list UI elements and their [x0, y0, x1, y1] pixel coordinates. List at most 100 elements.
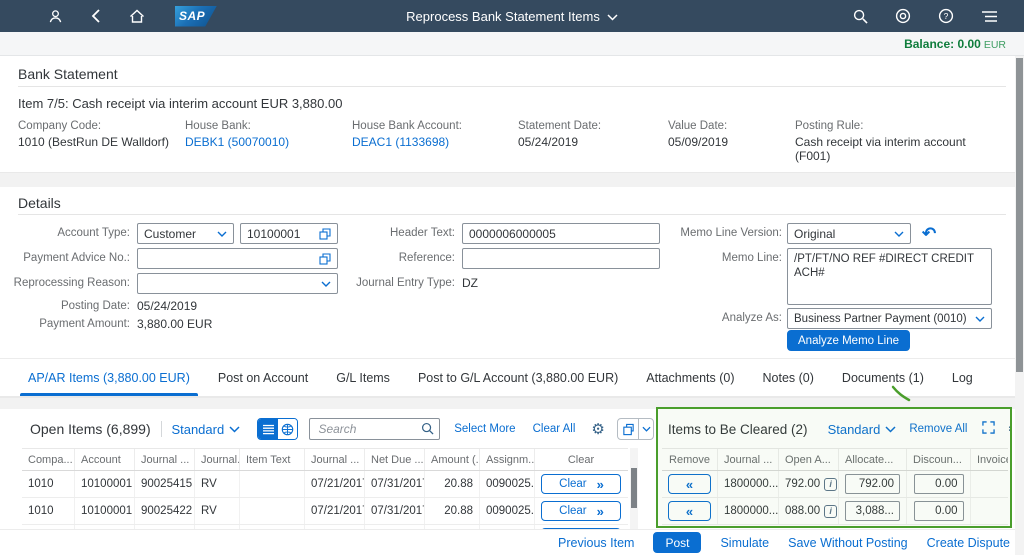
journal-entry-type-value: DZ	[462, 273, 478, 294]
col-company[interactable]: Compa...	[22, 449, 75, 470]
home-icon[interactable]	[128, 7, 146, 25]
memo-line-textarea[interactable]: /PT/FT/NO REF #DIRECT CREDIT ACH#	[787, 248, 992, 305]
col-open-amount[interactable]: Open A...	[779, 449, 839, 470]
create-dispute-button[interactable]: Create Dispute	[927, 536, 1010, 550]
details-section: Details Account Type: Customer 10100001 …	[0, 187, 1024, 358]
account-number-input[interactable]: 10100001	[240, 223, 338, 244]
tab-apar-items[interactable]: AP/AR Items (3,880.00 EUR)	[14, 359, 204, 396]
open-items-search	[309, 418, 440, 440]
analyze-as-select[interactable]: Business Partner Payment (0010)	[787, 308, 992, 329]
col-account[interactable]: Account	[75, 449, 135, 470]
memo-line-label: Memo Line:	[640, 248, 782, 269]
items-view-select[interactable]: Standard	[828, 422, 897, 437]
clear-item-button[interactable]: Clear»	[541, 474, 621, 494]
col-item-text[interactable]: Item Text	[240, 449, 305, 470]
settings-gear-icon[interactable]	[1008, 422, 1011, 437]
col-net-due[interactable]: Net Due ...	[365, 449, 425, 470]
tab-strip: AP/AR Items (3,880.00 EUR) Post on Accou…	[0, 358, 1024, 397]
col-journal-type[interactable]: Journal...	[195, 449, 240, 470]
tab-notes[interactable]: Notes (0)	[749, 359, 828, 396]
col-amount[interactable]: Amount (...	[425, 449, 480, 470]
scrollbar-thumb[interactable]	[1016, 58, 1023, 372]
tab-post-on-account[interactable]: Post on Account	[204, 359, 322, 396]
item-header: Item 7/5: Cash receipt via interim accou…	[18, 96, 342, 111]
settings-gear-icon[interactable]	[591, 422, 604, 437]
tab-gl-items[interactable]: G/L Items	[322, 359, 404, 396]
tab-documents[interactable]: Documents (1)	[828, 359, 938, 396]
back-icon[interactable]	[87, 7, 105, 25]
remove-all-link[interactable]: Remove All	[909, 423, 967, 435]
house-bank-account-link[interactable]: DEAC1 (1133698)	[352, 135, 502, 149]
col-allocated[interactable]: Allocate...	[839, 449, 907, 470]
col-assignment[interactable]: Assignm...	[480, 449, 535, 470]
title-chevron-down-icon[interactable]	[607, 9, 618, 24]
info-icon[interactable]	[824, 505, 837, 518]
export-menu-chevron[interactable]	[639, 419, 653, 439]
header-text-input[interactable]: 0000006000005	[462, 223, 660, 244]
post-button[interactable]: Post	[653, 532, 701, 553]
section-gap	[0, 172, 1024, 187]
reference-input[interactable]	[462, 248, 660, 269]
double-chevron-left-icon: «	[686, 477, 693, 492]
previous-item-button[interactable]: Previous Item	[558, 536, 634, 550]
col-discount[interactable]: Discoun...	[907, 449, 971, 470]
journal-entry-link[interactable]: 1800000...	[718, 471, 779, 497]
save-without-posting-button[interactable]: Save Without Posting	[788, 536, 908, 550]
tab-post-to-gl-account[interactable]: Post to G/L Account (3,880.00 EUR)	[404, 359, 632, 396]
discount-input[interactable]: 0.00	[914, 474, 964, 494]
search-icon[interactable]	[421, 422, 434, 435]
currency-view-toggle[interactable]	[278, 419, 298, 439]
double-chevron-right-icon: »	[597, 477, 603, 492]
search-icon[interactable]	[851, 7, 869, 25]
divider	[18, 86, 1006, 87]
journal-entry-link[interactable]: 90025422	[135, 498, 195, 524]
memo-line-version-select[interactable]: Original	[787, 223, 911, 244]
notifications-list-icon[interactable]	[980, 7, 998, 25]
chevron-down-icon	[894, 231, 904, 237]
open-items-scrollbar[interactable]	[630, 448, 638, 529]
col-journal[interactable]: Journal ...	[135, 449, 195, 470]
discount-input[interactable]: 0.00	[914, 501, 964, 521]
col-invoice[interactable]: Invoice ...	[971, 449, 1008, 470]
simulate-button[interactable]: Simulate	[720, 536, 769, 550]
remove-item-button[interactable]: «	[668, 501, 711, 521]
analyze-memo-line-button[interactable]: Analyze Memo Line	[787, 330, 910, 351]
export-button[interactable]	[618, 419, 639, 439]
copilot-icon[interactable]	[894, 7, 912, 25]
remove-item-button[interactable]: «	[668, 474, 711, 494]
allocated-amount-input[interactable]: 792.00	[845, 474, 900, 494]
col-journal[interactable]: Journal ...	[718, 449, 779, 470]
clear-all-link[interactable]: Clear All	[533, 423, 576, 435]
expand-fullscreen-icon[interactable]	[982, 421, 995, 437]
clear-item-button[interactable]: Clear»	[541, 501, 621, 521]
user-icon[interactable]	[46, 7, 64, 25]
house-bank-link[interactable]: DEBK1 (50070010)	[185, 135, 335, 149]
list-icon	[262, 424, 275, 435]
chevron-down-icon	[229, 426, 240, 433]
journal-entry-link[interactable]: 90025415	[135, 471, 195, 497]
tab-attachments[interactable]: Attachments (0)	[632, 359, 748, 396]
page-scrollbar[interactable]	[1015, 56, 1024, 555]
allocated-amount-input[interactable]: 3,088...	[845, 501, 900, 521]
open-items-row: 1010 10100001 90025422 RV 07/21/2017 07/…	[22, 498, 628, 525]
help-icon[interactable]: ?	[937, 7, 955, 25]
undo-icon[interactable]	[922, 225, 936, 242]
col-remove[interactable]: Remove	[662, 449, 718, 470]
select-more-link[interactable]: Select More	[454, 423, 515, 435]
journal-entry-link[interactable]: 1800000...	[718, 498, 779, 524]
reprocessing-reason-select[interactable]	[137, 273, 338, 294]
payment-advice-input[interactable]	[137, 248, 338, 269]
open-items-view-select[interactable]: Standard	[171, 422, 240, 437]
open-items-panel: Open Items (6,899) Standard Select More …	[18, 409, 654, 529]
tab-log[interactable]: Log	[938, 359, 987, 396]
col-journal-date[interactable]: Journal ...	[305, 449, 365, 470]
account-type-select[interactable]: Customer	[137, 223, 234, 244]
col-clear[interactable]: Clear	[535, 449, 627, 470]
field-house-bank-account: House Bank Account: DEAC1 (1133698)	[352, 120, 502, 149]
list-view-toggle[interactable]	[258, 419, 278, 439]
field-posting-rule: Posting Rule: Cash receipt via interim a…	[795, 120, 975, 163]
info-icon[interactable]	[824, 478, 837, 491]
globe-icon	[281, 423, 294, 436]
shell-header: SAP Reprocess Bank Statement Items ?	[0, 0, 1024, 32]
field-company-code: Company Code: 1010 (BestRun DE Walldorf)	[18, 120, 178, 149]
